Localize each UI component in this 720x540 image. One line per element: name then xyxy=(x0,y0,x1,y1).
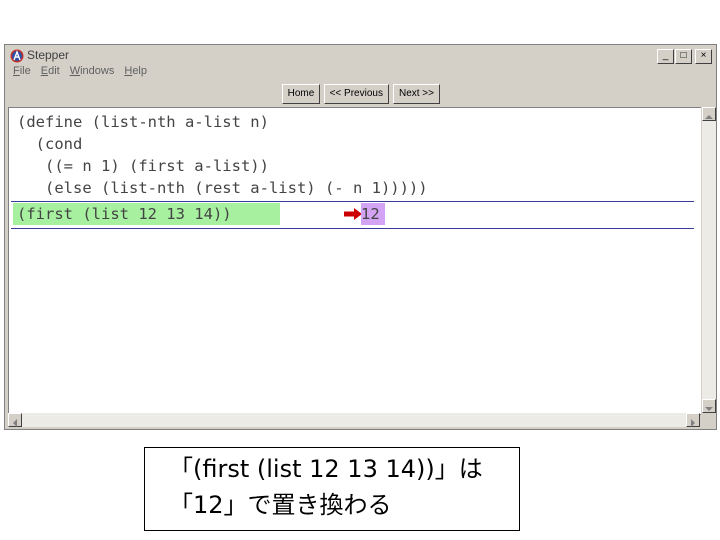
menu-windows[interactable]: Windows xyxy=(70,65,115,81)
arrow-up-icon xyxy=(705,115,713,119)
redex-before: (first (list 12 13 14)) xyxy=(13,203,280,225)
step-divider-top xyxy=(11,201,694,202)
stepper-window: Stepper _ □ × File Edit Windows Help Hom… xyxy=(4,44,717,430)
minimize-button[interactable]: _ xyxy=(657,49,674,64)
reduct-after: 12 xyxy=(361,203,385,225)
menu-file[interactable]: File xyxy=(13,65,31,81)
home-button[interactable]: Home xyxy=(281,84,320,104)
scroll-up-button[interactable] xyxy=(702,107,716,121)
scroll-left-button[interactable] xyxy=(8,413,22,427)
next-button[interactable]: Next >> xyxy=(392,84,440,104)
horizontal-scrollbar[interactable] xyxy=(8,413,700,427)
menu-help[interactable]: Help xyxy=(124,65,147,81)
stepper-toolbar: Home << Previous Next >> xyxy=(281,84,440,104)
arrow-down-icon xyxy=(705,407,713,411)
arrow-right-icon xyxy=(691,419,695,427)
close-button[interactable]: × xyxy=(695,49,712,64)
scroll-right-button[interactable] xyxy=(686,413,700,427)
window-title: Stepper xyxy=(27,48,70,62)
app-icon xyxy=(10,49,24,63)
arrow-left-icon xyxy=(13,419,17,427)
step-divider-bottom xyxy=(11,228,694,229)
menu-edit[interactable]: Edit xyxy=(41,65,60,81)
title-bar[interactable]: Stepper _ □ × xyxy=(7,47,714,65)
caption-line-1: 「(first (list 12 13 14))」は xyxy=(169,455,483,483)
scroll-down-button[interactable] xyxy=(702,399,716,413)
explanation-caption: 「(first (list 12 13 14))」は 「12」で置き換わる xyxy=(144,447,520,531)
vertical-scrollbar[interactable] xyxy=(702,107,716,413)
caption-line-2: 「12」で置き換わる xyxy=(169,491,392,519)
stepper-pane[interactable]: (define (list-nth a-list n) (cond ((= n … xyxy=(8,107,701,415)
previous-button[interactable]: << Previous xyxy=(323,84,389,104)
reduction-arrow-icon xyxy=(344,208,362,220)
menu-bar: File Edit Windows Help xyxy=(13,65,147,81)
definition-code: (define (list-nth a-list n) (cond ((= n … xyxy=(17,113,428,197)
maximize-button[interactable]: □ xyxy=(675,49,692,64)
